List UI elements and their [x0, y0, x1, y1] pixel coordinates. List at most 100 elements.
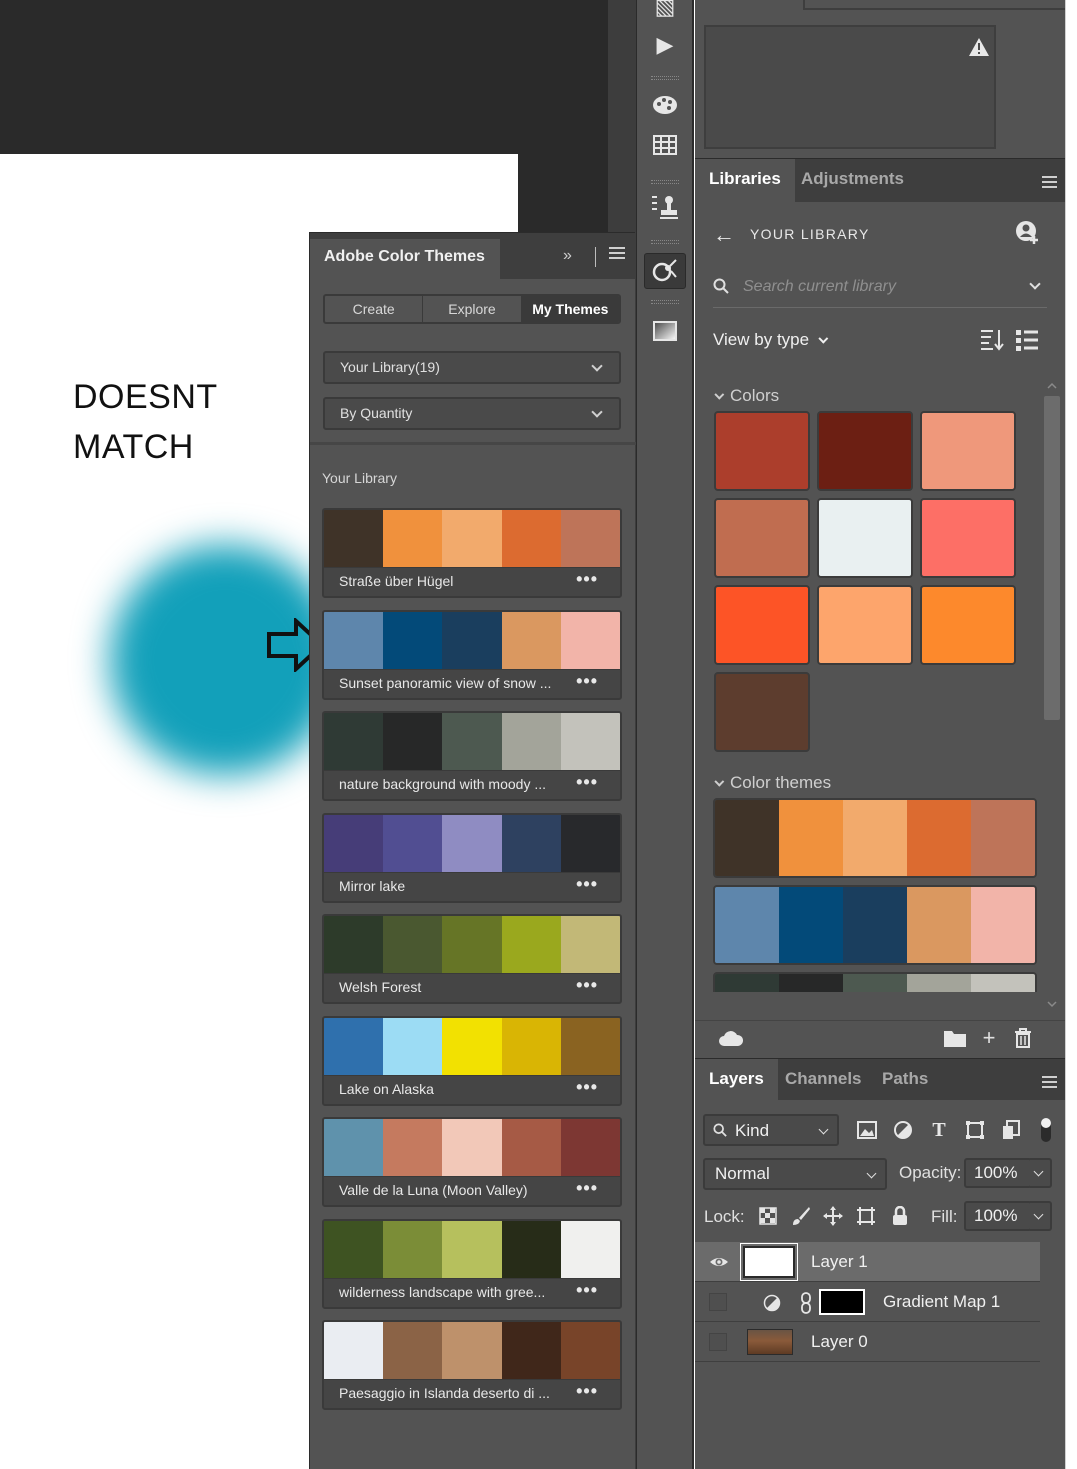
- visibility-toggle[interactable]: [709, 1333, 727, 1351]
- tab-my-themes[interactable]: My Themes: [521, 296, 619, 322]
- more-options-icon[interactable]: •••: [576, 1077, 598, 1098]
- theme-color-swatch[interactable]: [442, 1220, 502, 1278]
- layer-name[interactable]: Layer 1: [811, 1252, 868, 1272]
- theme-color-swatch[interactable]: [501, 510, 561, 567]
- theme-color-swatch[interactable]: [383, 814, 443, 872]
- theme-color-swatch[interactable]: [560, 611, 620, 669]
- theme-card[interactable]: wilderness landscape with gree... •••: [322, 1218, 622, 1309]
- library-color-swatch[interactable]: [817, 585, 913, 665]
- folder-icon[interactable]: [941, 1024, 969, 1052]
- tab-create[interactable]: Create: [325, 296, 424, 322]
- theme-color-swatch[interactable]: [560, 814, 620, 872]
- library-color-swatch[interactable]: [817, 411, 913, 491]
- tab-adjustments[interactable]: Adjustments: [787, 159, 918, 203]
- blend-mode-select[interactable]: Normal: [703, 1158, 887, 1190]
- theme-color-swatch[interactable]: [560, 1119, 620, 1176]
- drag-grip[interactable]: [651, 300, 679, 304]
- theme-color-swatch[interactable]: [442, 814, 502, 872]
- theme-color-swatch[interactable]: [501, 1322, 561, 1379]
- more-options-icon[interactable]: •••: [576, 772, 598, 793]
- library-select[interactable]: Your Library(19): [323, 351, 621, 384]
- theme-color-swatch[interactable]: [501, 1220, 561, 1278]
- theme-color-swatch[interactable]: [560, 1017, 620, 1075]
- smart-object-filter-icon[interactable]: [997, 1116, 1025, 1144]
- chevron-down-icon[interactable]: [1029, 278, 1041, 290]
- sort-icon[interactable]: [979, 328, 1005, 352]
- palette-icon[interactable]: [650, 90, 680, 120]
- theme-color-swatch[interactable]: [442, 1119, 502, 1176]
- fill-field[interactable]: 100%: [964, 1201, 1032, 1231]
- theme-color-swatch[interactable]: [383, 713, 443, 770]
- brush-settings-icon[interactable]: ▧: [650, 0, 680, 22]
- library-color-swatch[interactable]: [920, 498, 1016, 578]
- theme-color-swatch[interactable]: [324, 814, 384, 872]
- visibility-toggle[interactable]: [709, 1293, 727, 1311]
- theme-card[interactable]: Welsh Forest •••: [322, 914, 622, 1004]
- adjustment-filter-icon[interactable]: [889, 1116, 917, 1144]
- theme-swatches[interactable]: [324, 1119, 620, 1177]
- more-options-icon[interactable]: •••: [576, 975, 598, 996]
- grid-icon[interactable]: [650, 130, 680, 160]
- lock-all-icon[interactable]: [887, 1203, 913, 1229]
- theme-color-swatch[interactable]: [501, 713, 561, 770]
- theme-swatches[interactable]: [324, 814, 620, 873]
- theme-card[interactable]: Lake on Alaska •••: [322, 1015, 622, 1106]
- opacity-dropdown[interactable]: [1030, 1158, 1052, 1188]
- theme-color-swatch[interactable]: [383, 1322, 443, 1379]
- theme-color-swatch[interactable]: [560, 916, 620, 973]
- panel-menu-icon[interactable]: [1042, 1076, 1057, 1091]
- theme-color-swatch[interactable]: [442, 611, 502, 669]
- gradient-icon[interactable]: [650, 316, 680, 346]
- drag-grip[interactable]: [651, 180, 679, 184]
- theme-color-swatch[interactable]: [442, 1322, 502, 1379]
- add-icon[interactable]: +: [975, 1024, 1003, 1052]
- tab-explore[interactable]: Explore: [423, 296, 522, 322]
- layer-row-gradient-map-1[interactable]: Gradient Map 1: [695, 1282, 1040, 1322]
- layer-row-layer-1[interactable]: Layer 1: [695, 1242, 1040, 1282]
- theme-card[interactable]: Straße über Hügel •••: [322, 508, 622, 598]
- layer-row-layer-0[interactable]: Layer 0: [695, 1322, 1040, 1362]
- search-input[interactable]: [743, 274, 1013, 300]
- tab-paths[interactable]: Paths: [868, 1059, 942, 1101]
- theme-color-swatch[interactable]: [560, 1220, 620, 1278]
- theme-color-swatch[interactable]: [383, 916, 443, 973]
- theme-color-swatch[interactable]: [501, 1017, 561, 1075]
- theme-swatches[interactable]: [324, 510, 620, 568]
- library-color-swatch[interactable]: [714, 672, 810, 752]
- layer-thumbnail[interactable]: [747, 1329, 793, 1355]
- theme-color-swatch[interactable]: [560, 510, 620, 567]
- fill-dropdown[interactable]: [1030, 1201, 1052, 1231]
- theme-swatches[interactable]: [324, 1017, 620, 1076]
- theme-card[interactable]: Paesaggio in Islanda deserto di ... •••: [322, 1320, 622, 1410]
- type-filter-icon[interactable]: T: [925, 1116, 953, 1144]
- tab-channels[interactable]: Channels: [771, 1059, 876, 1101]
- theme-color-swatch[interactable]: [442, 510, 502, 567]
- theme-color-swatch[interactable]: [324, 916, 384, 973]
- lock-position-move-icon[interactable]: [820, 1203, 846, 1229]
- library-color-swatch[interactable]: [817, 498, 913, 578]
- theme-color-swatch[interactable]: [324, 1220, 384, 1278]
- theme-card[interactable]: Valle de la Luna (Moon Valley) •••: [322, 1117, 622, 1207]
- theme-card[interactable]: Mirror lake •••: [322, 812, 622, 903]
- library-color-swatch[interactable]: [714, 498, 810, 578]
- layer-name[interactable]: Layer 0: [811, 1332, 868, 1352]
- theme-color-swatch[interactable]: [324, 713, 384, 770]
- layer-thumbnail[interactable]: [740, 1243, 798, 1281]
- panel-menu-icon[interactable]: [609, 247, 625, 261]
- cloud-icon[interactable]: [717, 1024, 745, 1052]
- theme-color-swatch[interactable]: [383, 1220, 443, 1278]
- sort-select[interactable]: By Quantity: [323, 397, 621, 430]
- more-options-icon[interactable]: •••: [576, 874, 598, 895]
- theme-card[interactable]: Sunset panoramic view of snow ... •••: [322, 609, 622, 700]
- adobe-color-icon[interactable]: [650, 256, 680, 286]
- warning-icon[interactable]: [968, 37, 990, 57]
- panel-menu-icon[interactable]: [1042, 176, 1057, 191]
- theme-swatches[interactable]: [324, 1322, 620, 1380]
- library-color-theme[interactable]: [713, 972, 1037, 992]
- library-color-swatch[interactable]: [714, 411, 810, 491]
- theme-color-swatch[interactable]: [442, 1017, 502, 1075]
- theme-color-swatch[interactable]: [560, 713, 620, 770]
- theme-color-swatch[interactable]: [501, 916, 561, 973]
- opacity-field[interactable]: 100%: [964, 1158, 1032, 1188]
- theme-color-swatch[interactable]: [324, 611, 384, 669]
